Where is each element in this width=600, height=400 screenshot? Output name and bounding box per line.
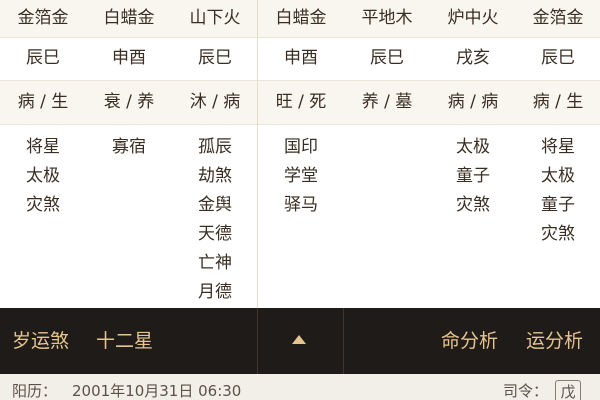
kongwang-cell: 申酉 [112, 48, 146, 68]
shensha-star: 驿马 [284, 195, 318, 215]
shensha-star: 劫煞 [198, 166, 232, 186]
shensha-star: 国印 [284, 137, 318, 157]
kongwang-cell: 辰巳 [370, 48, 404, 68]
nayin-cell: 白蜡金 [275, 8, 327, 28]
shensha-star: 寡宿 [112, 137, 146, 157]
twelve-stars-button[interactable]: 十二星 [96, 308, 153, 374]
shensha-star: 太极 [26, 166, 60, 186]
shensha-cell: 国印 学堂 驿马 [258, 124, 344, 308]
shensha-star: 将星 [26, 137, 60, 157]
nayin-cell: 白蜡金 [103, 8, 155, 28]
shensha-cell: 将星 太极 灾煞 [0, 124, 86, 308]
state-cell: 养 / 墓 [361, 92, 413, 112]
row-divider [0, 37, 600, 38]
solar-label: 阳历： [12, 382, 58, 400]
yun-analysis-button[interactable]: 运分析 [526, 308, 583, 374]
column-group-divider [257, 0, 258, 308]
nayin-row: 金箔金 白蜡金 山下火 白蜡金 平地木 炉中火 金箔金 [0, 0, 600, 37]
solar-date: 2001年10月31日 06:30 [72, 382, 242, 400]
state-row: 病 / 生 衰 / 养 沐 / 病 旺 / 死 养 / 墓 病 / 病 病 / … [0, 80, 600, 124]
toolbar-divider [343, 308, 344, 374]
triangle-up-icon [292, 335, 306, 344]
nayin-cell: 金箔金 [17, 8, 69, 28]
shensha-star: 灾煞 [456, 195, 490, 215]
shensha-cell: 将星 太极 童子 灾煞 [516, 124, 600, 308]
shensha-cell: 孤辰 劫煞 金舆 天德 亡神 月德 [172, 124, 258, 308]
nayin-cell: 平地木 [361, 8, 413, 28]
siling-value-badge: 戊 [555, 380, 581, 400]
shensha-star: 童子 [541, 195, 575, 215]
state-cell: 病 / 生 [532, 92, 584, 112]
siling-label: 司令： [503, 382, 549, 400]
bottom-toolbar: 岁运煞 十二星 命分析 运分析 [0, 308, 600, 374]
shensha-star: 金舆 [198, 195, 232, 215]
nayin-cell: 山下火 [189, 8, 241, 28]
kongwang-cell: 辰巳 [26, 48, 60, 68]
shensha-cell [344, 124, 430, 308]
expand-toggle-button[interactable] [258, 308, 343, 374]
state-cell: 旺 / 死 [275, 92, 327, 112]
kongwang-cell: 申酉 [284, 48, 318, 68]
shensha-row: 将星 太极 灾煞 寡宿 孤辰 劫煞 金舆 天德 亡神 月德 国印 学堂 驿马 太… [0, 124, 600, 308]
row-divider [0, 80, 600, 81]
nayin-cell: 炉中火 [447, 8, 499, 28]
shensha-star: 灾煞 [541, 224, 575, 244]
state-cell: 沐 / 病 [189, 92, 241, 112]
kongwang-cell: 辰巳 [541, 48, 575, 68]
bazi-detail-grid: 金箔金 白蜡金 山下火 白蜡金 平地木 炉中火 金箔金 辰巳 申酉 辰巳 申酉 … [0, 0, 600, 308]
kongwang-cell: 辰巳 [198, 48, 232, 68]
shensha-star: 孤辰 [198, 137, 232, 157]
shensha-cell: 寡宿 [86, 124, 172, 308]
shensha-cell: 太极 童子 灾煞 [430, 124, 516, 308]
shensha-star: 月德 [198, 282, 232, 302]
shensha-star: 太极 [541, 166, 575, 186]
kongwang-cell: 戌亥 [456, 48, 490, 68]
kongwang-row: 辰巳 申酉 辰巳 申酉 辰巳 戌亥 辰巳 [0, 37, 600, 80]
shensha-star: 亡神 [198, 253, 232, 273]
state-cell: 衰 / 养 [103, 92, 155, 112]
footer-info: 阳历： 2001年10月31日 06:30 司令： 戊 [0, 374, 600, 400]
shensha-star: 太极 [456, 137, 490, 157]
shensha-star: 灾煞 [26, 195, 60, 215]
nayin-cell: 金箔金 [532, 8, 584, 28]
state-cell: 病 / 生 [17, 92, 69, 112]
row-divider [0, 124, 600, 125]
state-cell: 病 / 病 [447, 92, 499, 112]
shensha-star: 天德 [198, 224, 232, 244]
shensha-star: 童子 [456, 166, 490, 186]
shensha-star: 学堂 [284, 166, 318, 186]
ming-analysis-button[interactable]: 命分析 [441, 308, 498, 374]
shensha-star: 将星 [541, 137, 575, 157]
suiyun-sha-button[interactable]: 岁运煞 [12, 308, 69, 374]
